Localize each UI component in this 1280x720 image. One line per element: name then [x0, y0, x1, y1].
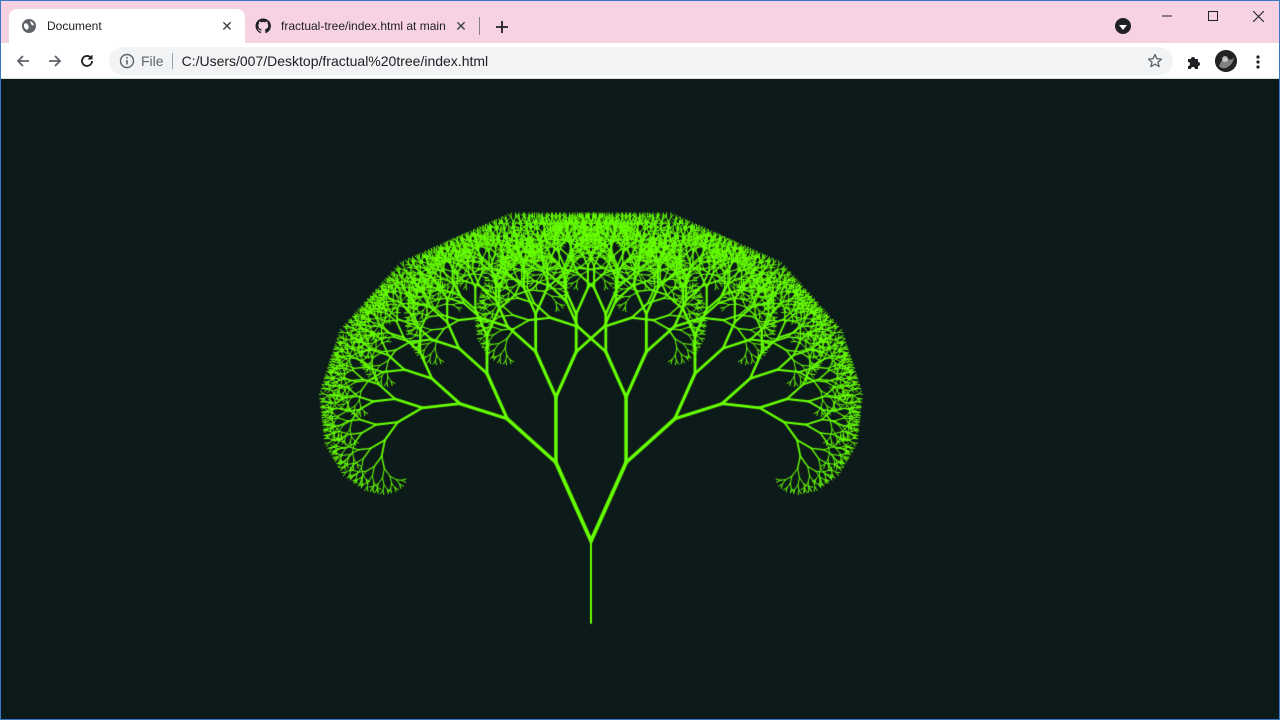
close-window-button[interactable] [1235, 1, 1279, 31]
minimize-icon [1162, 15, 1172, 17]
maximize-icon [1208, 11, 1218, 21]
omnibox-divider [171, 53, 173, 69]
tab-separator [479, 17, 480, 35]
page-content [1, 79, 1279, 719]
bookmark-star-button[interactable] [1141, 47, 1169, 75]
reload-button[interactable] [73, 47, 101, 75]
back-button[interactable] [9, 47, 37, 75]
url-scheme-label: File [141, 53, 164, 69]
profile-avatar[interactable] [1215, 50, 1237, 72]
minimize-button[interactable] [1144, 1, 1190, 31]
reload-icon [81, 55, 93, 67]
kebab-menu-icon [1256, 55, 1260, 69]
arrow-right-icon [49, 55, 62, 67]
puzzle-icon [1188, 57, 1200, 69]
browser-toolbar: File C:/Users/007/Desktop/fractual%20tre… [1, 43, 1279, 79]
forward-button[interactable] [41, 47, 69, 75]
tab-title: fractual-tree/index.html at main [281, 19, 446, 33]
url-text[interactable]: C:/Users/007/Desktop/fractual%20tree/ind… [182, 53, 1141, 69]
address-bar[interactable]: File C:/Users/007/Desktop/fractual%20tre… [109, 47, 1173, 75]
browser-window: Document ✕ fractual-tree/index.html at m… [0, 0, 1280, 720]
tab-github[interactable]: fractual-tree/index.html at main ✕ [247, 9, 479, 43]
tab-strip: Document ✕ fractual-tree/index.html at m… [1, 1, 1279, 43]
tab-title: Document [47, 19, 102, 33]
new-tab-button[interactable] [490, 15, 514, 39]
close-tab-icon[interactable]: ✕ [453, 18, 469, 34]
plus-icon [496, 21, 508, 33]
tab-search-button[interactable] [1115, 18, 1131, 34]
star-icon [1147, 53, 1163, 68]
github-icon [255, 18, 271, 34]
tab-document[interactable]: Document ✕ [9, 9, 245, 43]
close-tab-icon[interactable]: ✕ [219, 18, 235, 34]
close-icon [1252, 10, 1264, 22]
arrow-left-icon [16, 55, 29, 67]
maximize-button[interactable] [1190, 1, 1236, 31]
extensions-button[interactable] [1183, 51, 1205, 73]
fractal-tree-canvas [1, 79, 1279, 719]
browser-menu-button[interactable] [1247, 51, 1269, 73]
globe-icon [22, 19, 36, 33]
info-icon[interactable] [119, 53, 135, 69]
avatar-image [1215, 50, 1237, 72]
